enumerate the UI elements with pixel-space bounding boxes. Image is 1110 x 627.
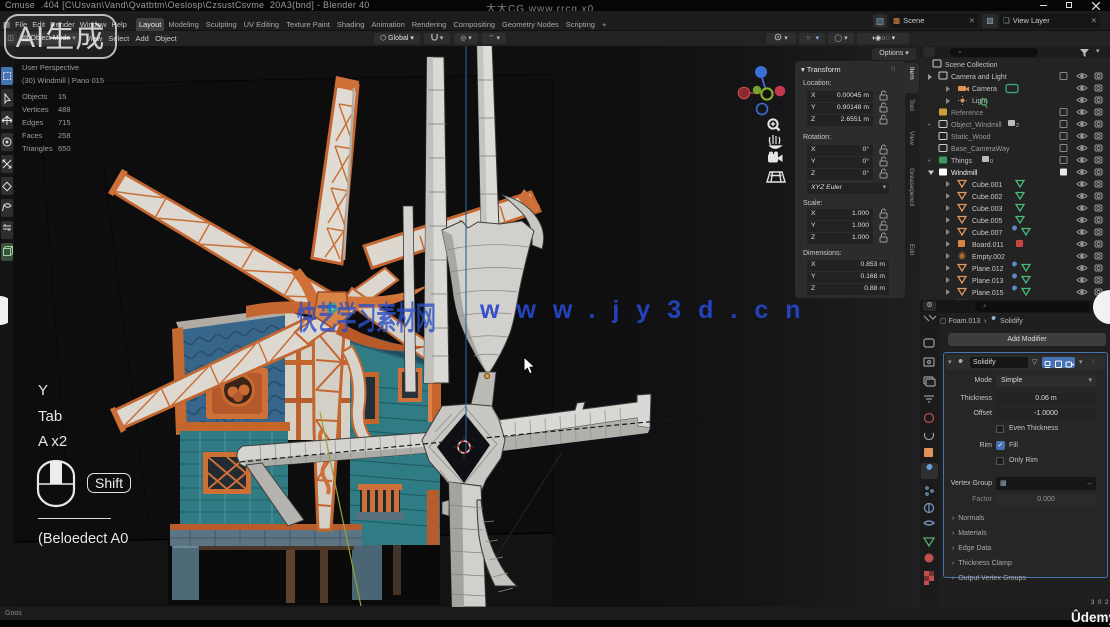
svg-text:2: 2 [1016, 123, 1019, 129]
svg-text:0: 0 [990, 159, 993, 165]
svg-text:Camera and Light: Camera and Light [951, 74, 1007, 81]
svg-text:Plane.015: Plane.015 [972, 290, 1004, 297]
svg-text:Object_Windmill: Object_Windmill [951, 122, 1002, 129]
svg-text:Cube.001: Cube.001 [972, 182, 1002, 189]
svg-text:Plane.013: Plane.013 [972, 278, 1004, 285]
svg-text:Cube.007: Cube.007 [972, 230, 1002, 237]
svg-text:Scene Collection: Scene Collection [945, 62, 998, 69]
svg-text:Cube.002: Cube.002 [972, 194, 1002, 201]
svg-text:Base_CameraWay: Base_CameraWay [951, 146, 1010, 153]
svg-text:Cube.003: Cube.003 [972, 206, 1002, 213]
svg-text:Static_Wood: Static_Wood [951, 134, 991, 141]
svg-text:Windmill: Windmill [951, 170, 978, 177]
svg-text:Plane.012: Plane.012 [972, 266, 1004, 273]
svg-text:Empty.002: Empty.002 [972, 254, 1005, 261]
svg-text:Things: Things [951, 158, 973, 165]
svg-text:Cube.005: Cube.005 [972, 218, 1002, 225]
svg-text:Reference: Reference [951, 110, 983, 117]
svg-text:•: • [928, 158, 931, 165]
svg-text:Camera: Camera [972, 86, 997, 93]
svg-text:Board.011: Board.011 [972, 242, 1004, 249]
svg-text:•: • [928, 122, 931, 129]
